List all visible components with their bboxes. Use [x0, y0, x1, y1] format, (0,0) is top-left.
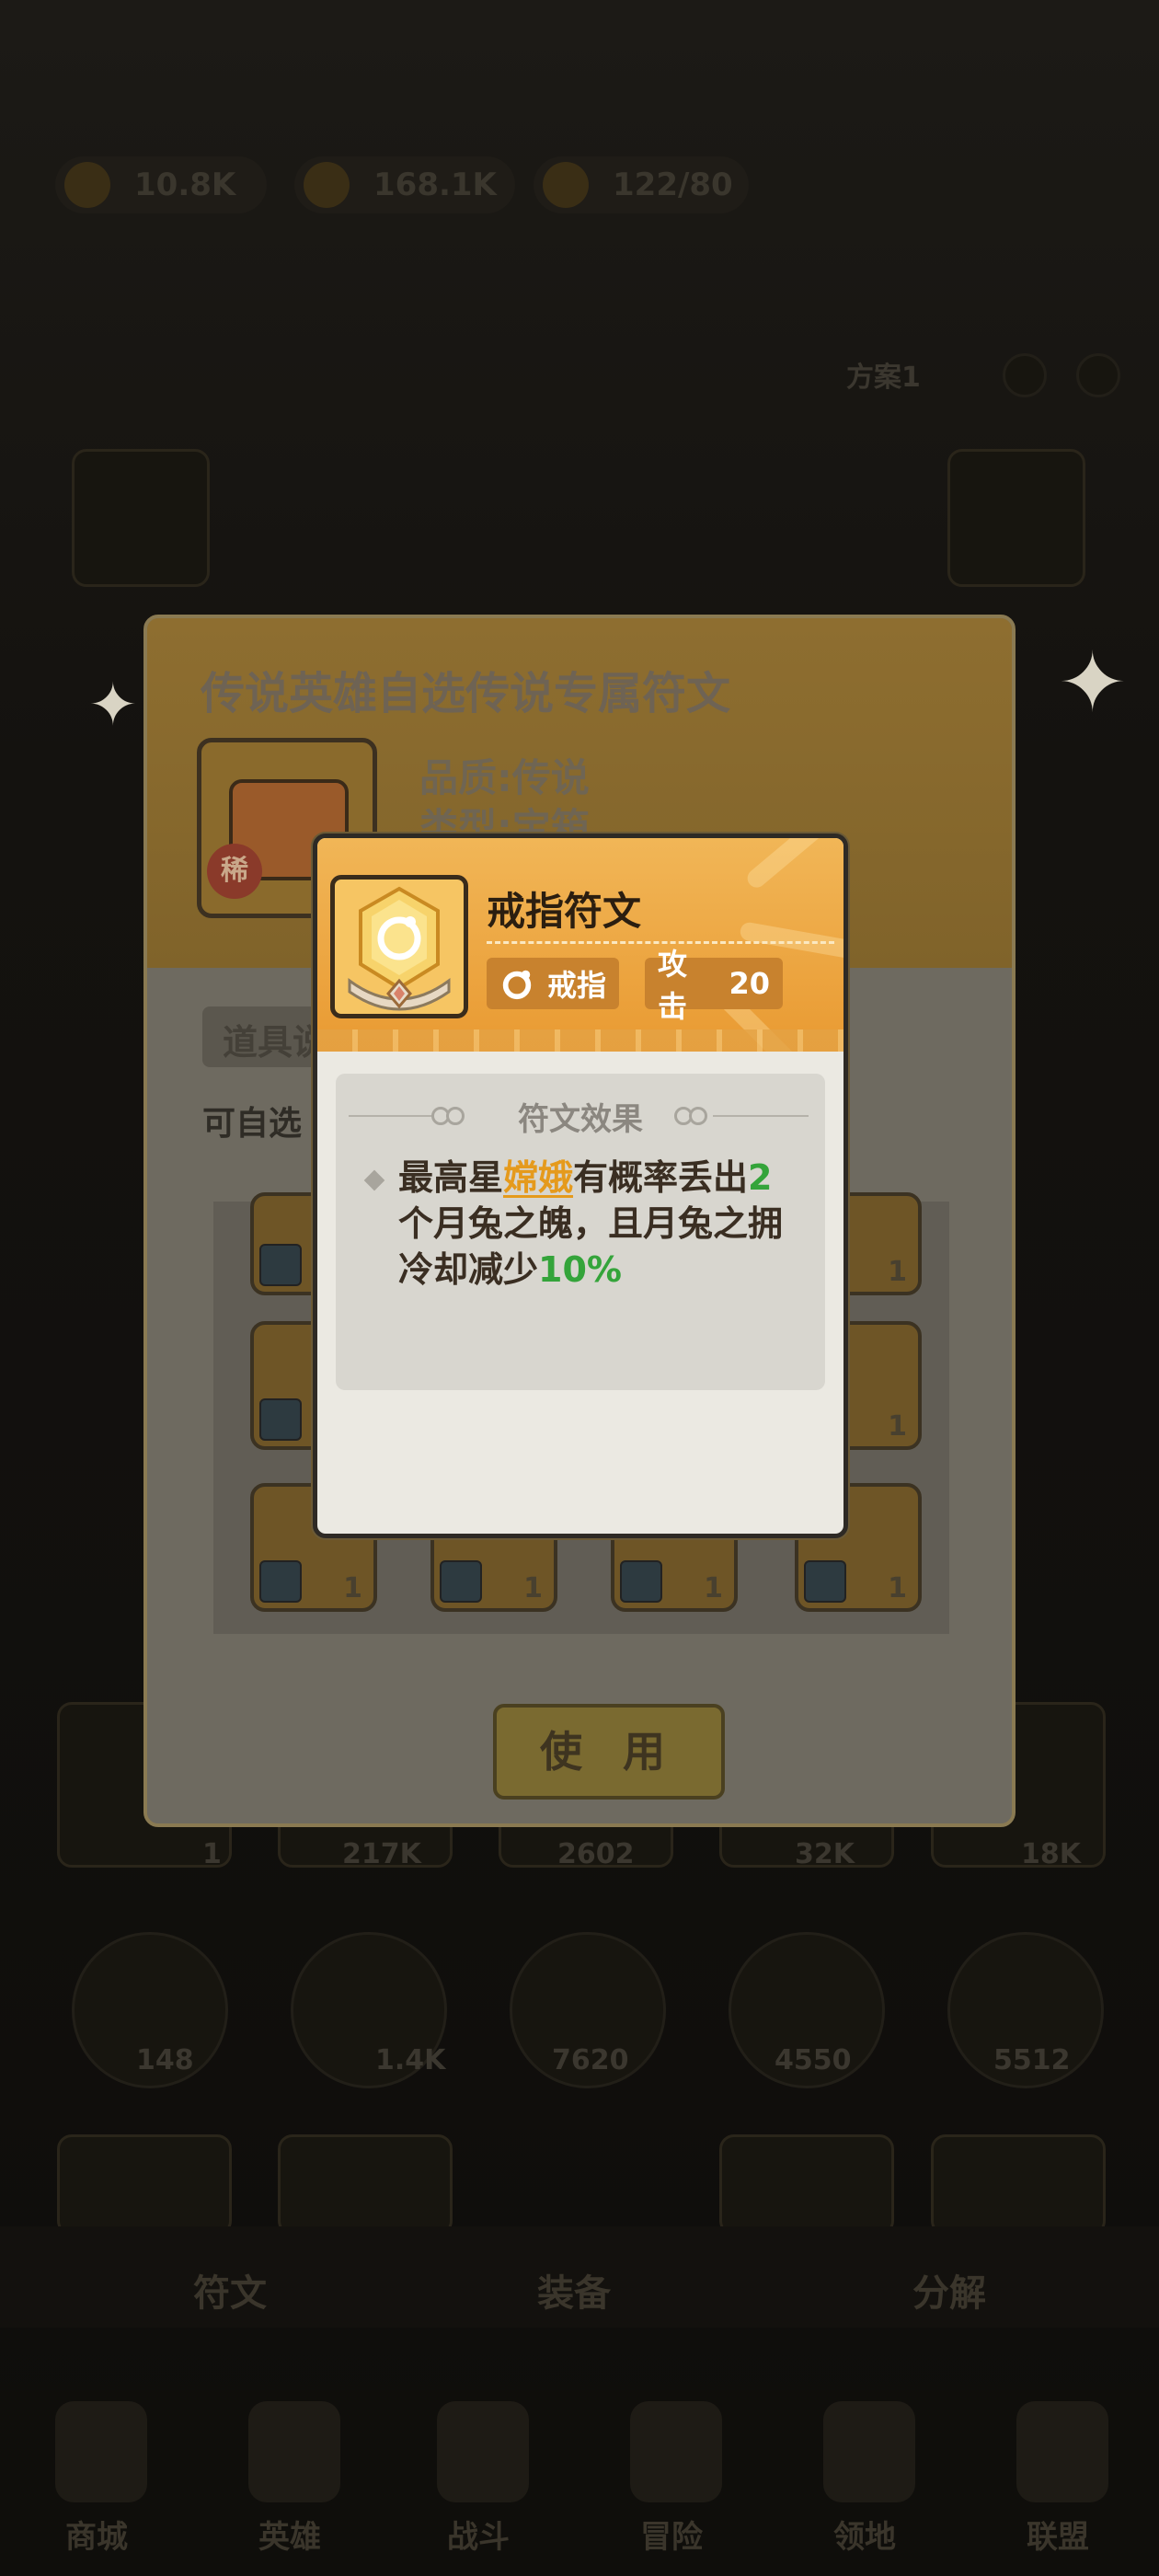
crystal-icon [64, 162, 110, 208]
ring-rune-icon [330, 875, 468, 1018]
header-pattern [317, 1029, 843, 1052]
rune-stone-icon [348, 886, 451, 1011]
nav-label: 商城 [65, 2519, 128, 2556]
nav-label: 冒险 [640, 2519, 703, 2556]
bullet-icon [363, 1169, 385, 1191]
rune-count: 1 [704, 1572, 723, 1604]
bg-value: 148 [136, 2044, 194, 2076]
hero-slot [947, 449, 1085, 587]
header-ray [743, 838, 843, 891]
nav-shop: 商城 [14, 2392, 179, 2567]
hero-name-link[interactable]: 嫦娥 [503, 1157, 573, 1198]
tab-runes: 符文 [193, 2272, 267, 2315]
rune-category-badge: 戒指 [487, 958, 620, 1009]
divider-knot [689, 1107, 707, 1125]
rune-count: 1 [523, 1572, 543, 1604]
effect-description: 最高星嫦娥有概率丢出2个月兔之魄，且月兔之拥冷却减少10% [398, 1155, 803, 1293]
hero-tag-icon [440, 1560, 482, 1603]
effect-text: 最高星 [398, 1157, 504, 1198]
territory-icon [823, 2401, 915, 2502]
nav-label: 英雄 [258, 2519, 321, 2556]
hero-tag-icon [620, 1560, 662, 1603]
resource-chip-3: 122/80 [534, 156, 749, 213]
nav-label: 领地 [833, 2519, 896, 2556]
bg-value: 217K [342, 1838, 421, 1870]
nav-territory: 领地 [782, 2392, 947, 2567]
rune-effect-panel: 符文效果 最高星嫦娥有概率丢出2个月兔之魄，且月兔之拥冷却减少10% [336, 1074, 825, 1390]
plan-label: 方案1 [846, 362, 921, 394]
bg-value: 1 [202, 1838, 222, 1870]
item-description-text: 可自选 [202, 1105, 303, 1143]
bg-item [719, 2134, 894, 2236]
bg-value: 2602 [557, 1838, 635, 1870]
stat-value: 20 [729, 966, 770, 1001]
sparkle-icon: ✦ [88, 672, 138, 740]
effect-percent: 10% [538, 1249, 622, 1290]
nav-label: 战斗 [447, 2519, 510, 2556]
use-button[interactable]: 使 用 [493, 1704, 725, 1800]
rune-count: 1 [888, 1572, 907, 1604]
category-label: 戒指 [547, 968, 607, 1003]
hero-tag-icon [259, 1244, 302, 1286]
hero-tag-icon [804, 1560, 846, 1603]
nav-hero: 英雄 [207, 2392, 373, 2567]
resource-chip-2: 168.1K [294, 156, 515, 213]
nav-adventure: 冒险 [589, 2392, 754, 2567]
sparkle-icon: ✦ [1058, 635, 1128, 731]
rune-detail-popup[interactable]: 戒指符文 戒指 攻击 20 符文效果 最高星嫦娥有概率丢出2个月兔之魄，且月兔之… [313, 834, 848, 1538]
rune-name: 戒指符文 [487, 889, 642, 934]
bg-value: 7620 [552, 2044, 629, 2076]
edit-icon [1076, 353, 1120, 397]
rune-count: 1 [888, 1410, 907, 1443]
coin-icon [304, 162, 350, 208]
effect-count: 2 [748, 1157, 773, 1198]
battle-icon [437, 2401, 529, 2502]
tab-decompose: 分解 [912, 2272, 986, 2315]
nav-label: 联盟 [1027, 2519, 1089, 2556]
rune-count: 1 [343, 1572, 362, 1604]
chest-dialog-title: 传说英雄自选传说专属符文 [201, 668, 731, 719]
bg-value: 4550 [775, 2044, 852, 2076]
ring-category-icon [502, 970, 532, 1000]
resource-value: 122/80 [613, 167, 733, 203]
resource-chip-1: 10.8K [55, 156, 267, 213]
nav-alliance: 联盟 [975, 2392, 1141, 2567]
alliance-icon [1016, 2401, 1108, 2502]
bg-value: 1.4K [375, 2044, 446, 2076]
resource-value: 10.8K [134, 167, 236, 203]
tab-equipment: 装备 [537, 2272, 611, 2315]
bg-item [931, 2134, 1106, 2236]
stamina-icon [543, 162, 589, 208]
hero-icon [248, 2401, 340, 2502]
stat-badge: 攻击 20 [645, 947, 783, 1024]
resource-value: 168.1K [373, 167, 497, 203]
shop-icon [55, 2401, 147, 2502]
effect-text: 有概率丢出 [573, 1157, 749, 1198]
effect-divider-right [713, 1115, 809, 1117]
heart-icon [1003, 353, 1047, 397]
bg-value: 18K [1021, 1838, 1081, 1870]
adventure-icon [630, 2401, 722, 2502]
bg-value: 32K [795, 1838, 855, 1870]
bg-value: 5512 [993, 2044, 1071, 2076]
hero-slot [72, 449, 210, 587]
bg-item [278, 2134, 453, 2236]
nav-battle: 战斗 [396, 2392, 561, 2567]
hero-tag-icon [259, 1398, 302, 1441]
rune-count: 1 [888, 1256, 907, 1288]
bg-item [57, 2134, 232, 2236]
quality-label: 品质:传说 [419, 755, 590, 800]
rarity-badge: 稀 [207, 844, 262, 899]
stat-label: 攻击 [658, 947, 688, 1024]
hero-tag-icon [259, 1560, 302, 1603]
